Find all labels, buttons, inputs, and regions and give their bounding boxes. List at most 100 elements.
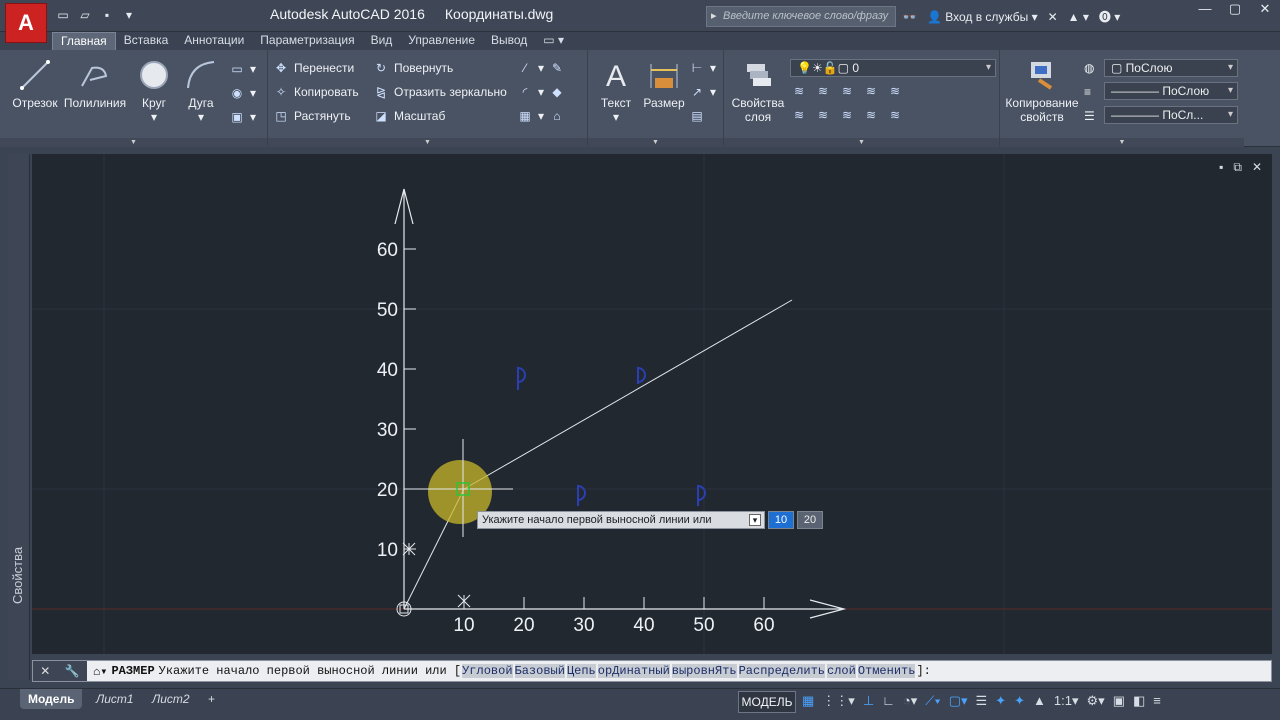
hatch-tool[interactable]: ◉ ▾ [230, 86, 256, 100]
erase-icon[interactable]: ✎ [550, 61, 564, 75]
tab-more-icon[interactable]: ▭ ▾ [535, 32, 572, 50]
modify-panel-expander[interactable]: ▼ [268, 138, 587, 147]
mirror-button[interactable]: ⧎ Отразить зеркально [374, 85, 507, 99]
tab-insert[interactable]: Вставка [116, 32, 177, 50]
tab-output[interactable]: Вывод [483, 32, 535, 50]
copy-button[interactable]: ✧ Копировать [274, 85, 359, 99]
text-button[interactable]: A Текст ▾ [598, 58, 634, 124]
layer-properties-button[interactable]: Свойства слоя [730, 58, 786, 124]
tab-annotate[interactable]: Аннотации [176, 32, 252, 50]
tab-view[interactable]: Вид [363, 32, 401, 50]
options-arrow-icon[interactable]: ▾ [749, 514, 761, 526]
layer-freeze-icon[interactable]: ≋ [840, 84, 854, 98]
option-align[interactable]: выровнЯть [671, 664, 737, 678]
layer-dropdown[interactable]: 💡☀🔓▢ 0 [790, 59, 996, 77]
layer-make-current-icon[interactable]: ≋ [888, 84, 902, 98]
exchange-icon[interactable]: ✕ [1048, 10, 1058, 24]
properties-palette-collapsed[interactable]: Свойства [8, 154, 30, 680]
dynamic-input-icon[interactable]: ∟ [882, 693, 895, 709]
option-angular[interactable]: Угловой [462, 664, 513, 678]
layer-isolate-icon[interactable]: ≋ [816, 84, 830, 98]
offset-icon[interactable]: ⌂ [550, 109, 564, 123]
binoculars-icon[interactable]: 👓 [902, 10, 917, 24]
linear-dim-tool[interactable]: ⊢ ▾ [690, 61, 716, 75]
rotate-button[interactable]: ↻ Повернуть [374, 61, 453, 75]
customize-menu-icon[interactable]: ≡ [1153, 693, 1161, 709]
hardware-accel-icon[interactable]: ▣ [1113, 693, 1125, 709]
point-marker[interactable] [637, 366, 646, 384]
layer-thaw-icon[interactable]: ≋ [840, 108, 854, 122]
model-space-button[interactable]: МОДЕЛЬ [738, 691, 796, 713]
layer-on-icon[interactable]: ≋ [792, 108, 806, 122]
scale-value[interactable]: 1:1▾ [1054, 693, 1079, 709]
arc-button[interactable]: Дуга ▾ [180, 58, 222, 124]
layer-unisolate-icon[interactable]: ≋ [816, 108, 830, 122]
polar-tracking-icon[interactable]: ⟋▾ [925, 693, 940, 709]
tab-layout1[interactable]: Лист1 [88, 689, 142, 709]
search-input[interactable]: Введите ключевое слово/фразу [706, 6, 896, 27]
qat-dropdown-icon[interactable]: ▾ [121, 7, 137, 23]
open-file-icon[interactable]: ▱ [77, 7, 93, 23]
dynamic-x-input[interactable]: 10 [768, 511, 794, 529]
properties-panel-expander[interactable]: ▼ [1000, 138, 1244, 147]
trim-tool[interactable]: ⁄ ▾ ✎ [518, 61, 564, 75]
tab-parametric[interactable]: Параметризация [252, 32, 362, 50]
signin-button[interactable]: 👤 Вход в службы ▾ [927, 10, 1038, 24]
table-tool[interactable]: ▤ [690, 109, 704, 123]
match-properties-button[interactable]: Копирование свойств [1002, 58, 1082, 124]
line-segment-2[interactable] [463, 299, 793, 490]
fillet-tool[interactable]: ◜ ▾ ◆ [518, 85, 564, 99]
maximize-icon[interactable]: ▢ [1220, 0, 1250, 20]
new-file-icon[interactable]: ▭ [55, 7, 71, 23]
save-icon[interactable]: ▪ [99, 7, 115, 23]
add-layout-button[interactable]: + [200, 689, 223, 709]
drawing-canvas[interactable]: ▪ ⧉ ✕ 10 20 30 40 50 60 10 20 30 40 50 6… [32, 154, 1272, 654]
annotation-scale-icon[interactable]: ▲ [1033, 693, 1046, 709]
command-history-icon[interactable]: ⌂▾ [93, 664, 107, 679]
autodesk-icon[interactable]: ▲ ▾ [1068, 10, 1089, 24]
rectangle-tool[interactable]: ▭ ▾ [230, 62, 256, 76]
array-tool[interactable]: ▦ ▾ ⌂ [518, 109, 564, 123]
option-undo[interactable]: Отменить [857, 664, 916, 678]
layer-unlock-icon[interactable]: ≋ [864, 108, 878, 122]
tab-manage[interactable]: Управление [400, 32, 483, 50]
help-button[interactable]: ⓿ ▾ [1099, 8, 1120, 25]
leader-tool[interactable]: ↗ ▾ [690, 85, 716, 99]
layer-match-icon[interactable]: ≋ [888, 108, 902, 122]
auto-scale-icon[interactable]: ✦ [1014, 693, 1025, 709]
workspace-gear-icon[interactable]: ⚙▾ [1087, 693, 1105, 709]
dynamic-y-input[interactable]: 20 [797, 511, 823, 529]
option-baseline[interactable]: Базовый [514, 664, 565, 678]
close-command-line-icon[interactable]: ✕ [40, 664, 50, 678]
command-line[interactable]: ✕ 🔧 ⌂▾ РАЗМЕР Укажите начало первой выно… [32, 660, 1272, 682]
minimize-icon[interactable]: — [1190, 0, 1220, 20]
layers-panel-expander[interactable]: ▼ [724, 138, 999, 147]
option-ordinate[interactable]: орДинатный [597, 664, 670, 678]
region-tool[interactable]: ▣ ▾ [230, 110, 256, 124]
option-continue[interactable]: Цепь [566, 664, 596, 678]
polyline-button[interactable]: Полилиния [62, 58, 128, 110]
isolate-objects-icon[interactable]: ◧ [1133, 693, 1145, 709]
customize-icon[interactable]: 🔧 [65, 664, 80, 678]
object-snap-icon[interactable]: ▢▾ [949, 693, 968, 709]
explode-icon[interactable]: ◆ [550, 85, 564, 99]
move-button[interactable]: ✥ Перенести [274, 61, 354, 75]
grid-icon[interactable]: ▦ [802, 693, 814, 709]
line-button[interactable]: Отрезок [10, 58, 60, 110]
circle-button[interactable]: Круг ▾ [130, 58, 178, 124]
dimension-button[interactable]: Размер [642, 58, 686, 110]
draw-panel-expander[interactable]: ▼ [0, 138, 267, 147]
lineweight-dropdown[interactable]: ———— ПоСл... [1104, 106, 1238, 124]
layer-off-icon[interactable]: ≋ [792, 84, 806, 98]
snap-icon[interactable]: ⋮⋮▾ [822, 693, 855, 709]
tab-layout2[interactable]: Лист2 [144, 689, 198, 709]
stretch-button[interactable]: ◳ Растянуть [274, 109, 350, 123]
point-marker[interactable] [517, 366, 526, 390]
tab-home[interactable]: Главная [52, 32, 116, 50]
lineweight-toggle-icon[interactable]: ☰ [976, 693, 988, 709]
ortho-icon[interactable]: ◔▾ [903, 693, 917, 709]
layer-lock-icon[interactable]: ≋ [864, 84, 878, 98]
linetype-dropdown[interactable]: ———— ПоСлою [1104, 82, 1238, 100]
option-layer[interactable]: слой [827, 664, 856, 678]
infer-constraints-icon[interactable]: ⊥ [863, 693, 874, 709]
